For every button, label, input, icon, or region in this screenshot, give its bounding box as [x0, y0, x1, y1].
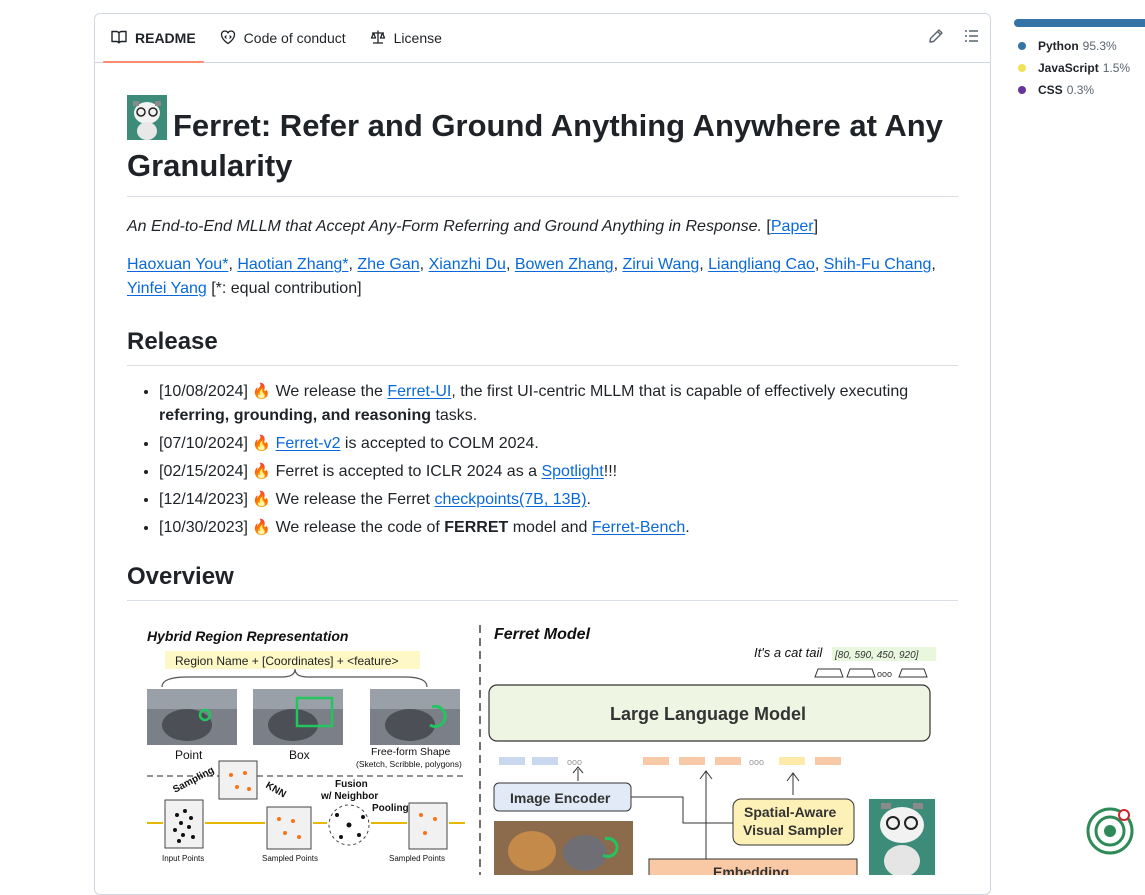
tab-readme[interactable]: README — [103, 14, 204, 63]
paper-link[interactable]: Paper — [771, 218, 814, 235]
figure-encoder-label: Image Encoder — [510, 790, 611, 806]
ai-assistant-icon[interactable] — [1085, 806, 1135, 856]
tab-label: License — [393, 30, 442, 46]
outline-list-icon[interactable] — [964, 28, 980, 49]
language-percent: 95.3% — [1082, 39, 1117, 53]
release-list: [10/08/2024] 🔥 We release the Ferret-UI,… — [127, 380, 958, 540]
figure-thumb-label: Box — [289, 748, 310, 762]
figure-sampler-label: Spatial-Aware — [744, 804, 837, 820]
language-dot — [1018, 64, 1026, 72]
figure-formula: Region Name + [Coordinates] + <feature> — [175, 654, 398, 668]
book-icon — [111, 29, 127, 48]
tab-license[interactable]: License — [362, 14, 450, 62]
author-link[interactable]: Yinfei Yang — [127, 280, 207, 297]
release-link[interactable]: Spotlight — [541, 463, 603, 480]
language-item-css[interactable]: CSS 0.3% — [1018, 79, 1130, 101]
tab-code-of-conduct[interactable]: Code of conduct — [212, 14, 354, 62]
list-item: [10/08/2024] 🔥 We release the Ferret-UI,… — [159, 380, 958, 428]
fire-icon: 🔥 — [252, 383, 272, 400]
figure-left-title: Hybrid Region Representation — [147, 628, 348, 644]
language-list: Python 95.3% JavaScript 1.5% CSS 0.3% — [1018, 35, 1130, 101]
readme-panel: README Code of conduct License Ferret: R… — [94, 13, 991, 895]
language-percent: 0.3% — [1066, 83, 1095, 97]
release-link[interactable]: checkpoints(7B, 13B) — [434, 491, 586, 508]
release-link[interactable]: Ferret-UI — [387, 383, 451, 400]
author-link[interactable]: Zirui Wang — [622, 256, 699, 273]
figure-thumb-label: Point — [175, 748, 203, 762]
language-item-javascript[interactable]: JavaScript 1.5% — [1018, 57, 1130, 79]
readme-title: Ferret: Refer and Ground Anything Anywhe… — [127, 95, 958, 186]
readme-tabs: README Code of conduct License — [95, 14, 990, 63]
release-link[interactable]: Ferret-Bench — [592, 519, 685, 536]
author-link[interactable]: Xianzhi Du — [429, 256, 506, 273]
figure-thumb-label: Free-form Shape — [371, 746, 451, 758]
fire-icon: 🔥 — [252, 519, 272, 536]
svg-text:ooo: ooo — [567, 757, 582, 767]
svg-text:ooo: ooo — [877, 669, 892, 679]
figure-fusion-label: w/ Neighbor — [320, 791, 378, 802]
list-item: [12/14/2023] 🔥 We release the Ferret che… — [159, 488, 958, 512]
tab-label: Code of conduct — [243, 30, 346, 46]
edit-pencil-icon[interactable] — [928, 28, 944, 49]
authors-line: Haoxuan You*, Haotian Zhang*, Zhe Gan, X… — [127, 256, 936, 297]
figure-sampler-label: Visual Sampler — [743, 822, 844, 838]
readme-content: Ferret: Refer and Ground Anything Anywhe… — [95, 63, 990, 880]
language-name: Python — [1038, 39, 1079, 53]
author-link[interactable]: Haoxuan You* — [127, 256, 228, 273]
figure-right-title: Ferret Model — [494, 626, 591, 643]
overview-heading: Overview — [127, 562, 958, 601]
author-link[interactable]: Zhe Gan — [357, 256, 419, 273]
figure-output-coords: [80, 590, 450, 920] — [834, 650, 919, 661]
figure-output-text: It's a cat tail — [754, 645, 823, 660]
figure-llm-label: Large Language Model — [610, 704, 806, 724]
language-dot — [1018, 42, 1026, 50]
language-item-python[interactable]: Python 95.3% — [1018, 35, 1130, 57]
law-scale-icon — [370, 29, 386, 48]
svg-text:ooo: ooo — [749, 757, 764, 767]
figure-knn-label: KNN — [264, 780, 288, 800]
release-heading: Release — [127, 327, 958, 366]
language-name: CSS — [1038, 83, 1063, 97]
author-link[interactable]: Shih-Fu Chang — [824, 256, 932, 273]
list-item: [10/30/2023] 🔥 We release the code of FE… — [159, 516, 958, 540]
ferret-architecture-figure: Hybrid Region Representation Region Name… — [127, 615, 947, 880]
contribution-note: [*: equal contribution] — [211, 280, 362, 297]
figure-thumb-sublabel: (Sketch, Scribble, polygons) — [356, 759, 462, 769]
figure-caption: Input Points — [162, 854, 204, 863]
language-percent: 1.5% — [1102, 61, 1131, 75]
list-item: [02/15/2024] 🔥 Ferret is accepted to ICL… — [159, 460, 958, 484]
release-link[interactable]: Ferret-v2 — [276, 435, 341, 452]
tab-label: README — [135, 30, 196, 46]
figure-fusion-label: Fusion — [335, 779, 368, 790]
figure-caption: Sampled Points — [262, 854, 318, 863]
heart-code-icon — [220, 29, 236, 48]
author-link[interactable]: Liangliang Cao — [708, 256, 815, 273]
fire-icon: 🔥 — [252, 463, 272, 480]
figure-caption: Sampled Points — [389, 854, 445, 863]
language-dot — [1018, 86, 1026, 94]
fire-icon: 🔥 — [252, 435, 272, 452]
author-link[interactable]: Haotian Zhang* — [237, 256, 348, 273]
figure-embedding-label: Embedding — [713, 864, 789, 875]
readme-tagline: An End-to-End MLLM that Accept Any-Form … — [127, 218, 819, 235]
language-bar — [1014, 19, 1145, 27]
ferret-logo-icon — [127, 95, 167, 140]
fire-icon: 🔥 — [252, 491, 272, 508]
language-name: JavaScript — [1038, 61, 1099, 75]
figure-pooling-label: Pooling — [372, 803, 409, 814]
author-link[interactable]: Bowen Zhang — [515, 256, 614, 273]
figure-sampling-label: Sampling — [171, 765, 216, 796]
list-item: [07/10/2024] 🔥 Ferret-v2 is accepted to … — [159, 432, 958, 456]
